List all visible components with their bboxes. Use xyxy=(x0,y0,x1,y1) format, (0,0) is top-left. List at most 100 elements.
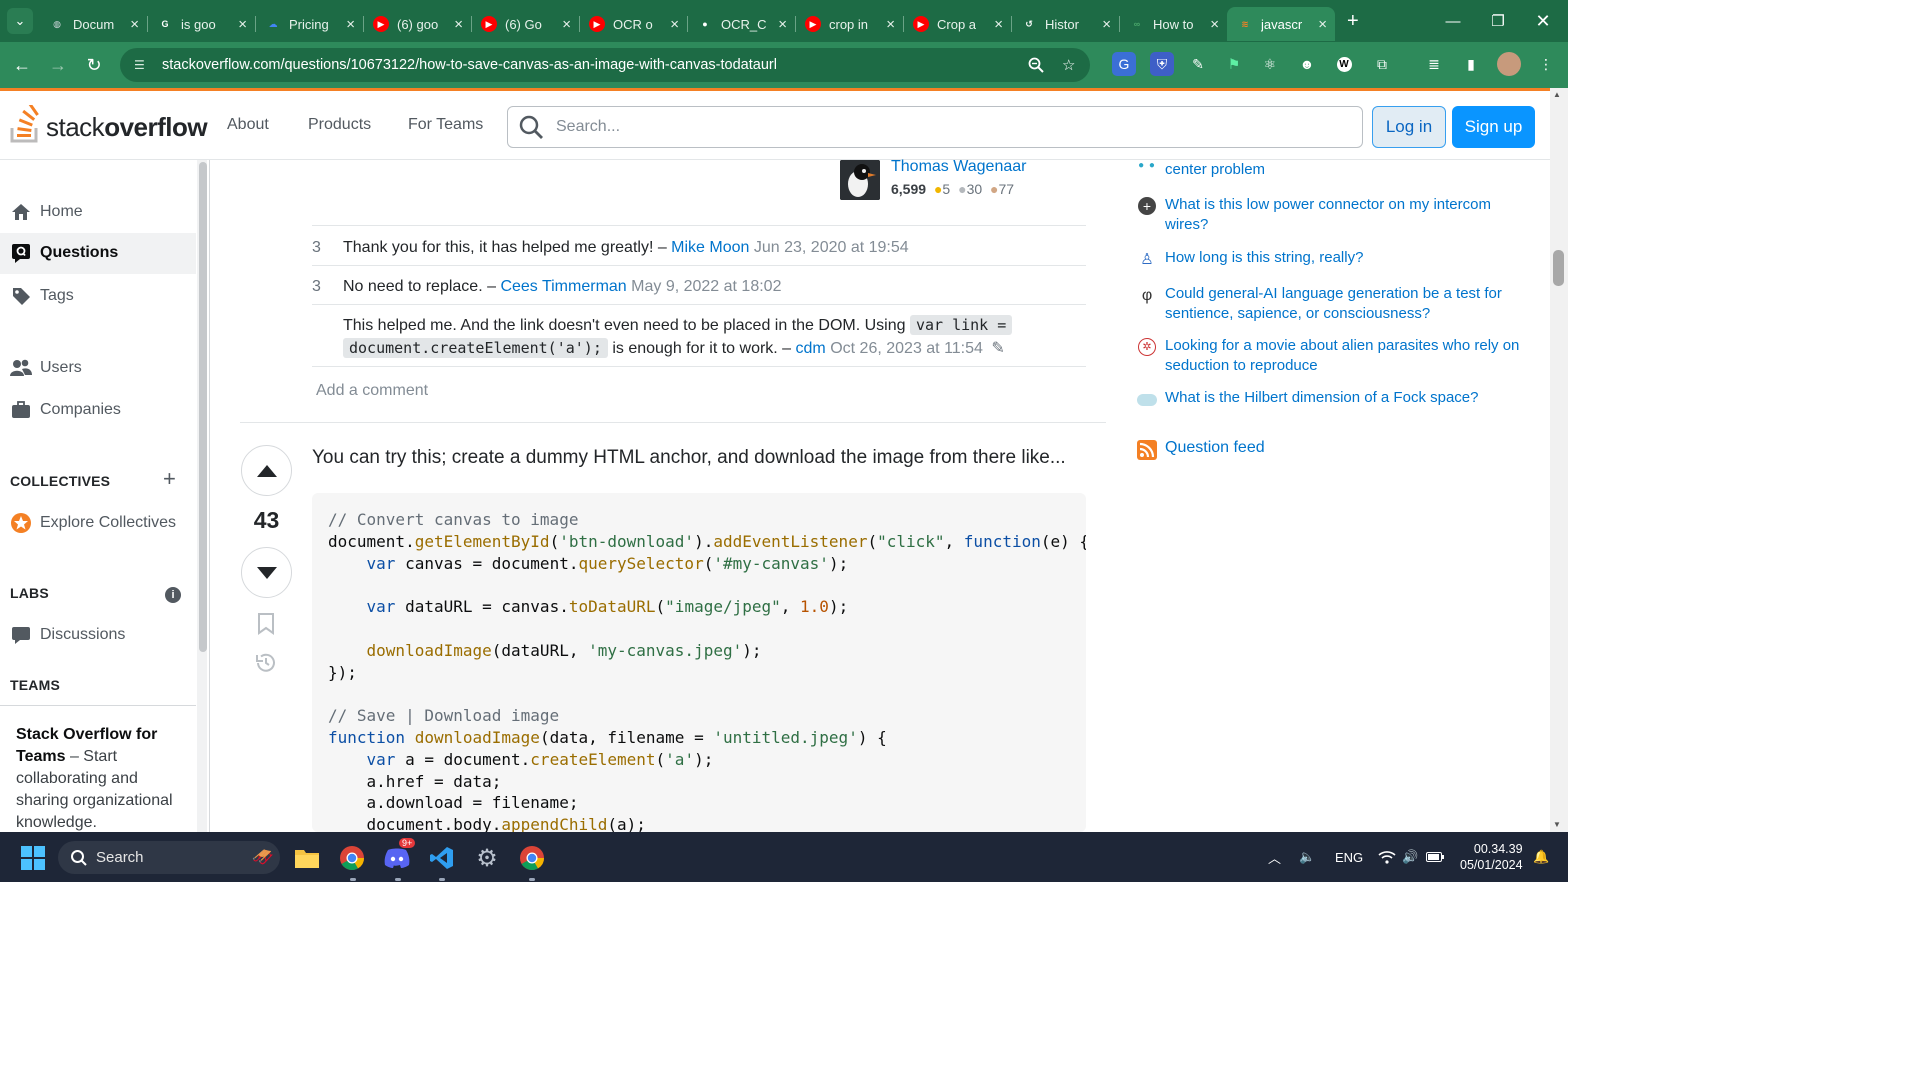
react-extension-icon[interactable]: ⚛ xyxy=(1258,52,1282,76)
sidebar-item-discussions[interactable]: Discussions xyxy=(10,624,125,646)
site-info-icon[interactable]: ☰ xyxy=(134,58,150,72)
hot-question-item[interactable]: ♙ How long is this string, really? xyxy=(1135,248,1525,270)
close-tab-icon[interactable]: × xyxy=(1102,16,1111,33)
profile-avatar[interactable] xyxy=(1497,52,1521,76)
close-tab-icon[interactable]: × xyxy=(238,16,247,33)
new-tab-button[interactable]: + xyxy=(1347,10,1359,33)
close-tab-icon[interactable]: × xyxy=(130,16,139,33)
settings-gear-icon[interactable]: ⚙ xyxy=(470,841,504,875)
file-explorer-icon[interactable] xyxy=(290,841,324,875)
wifi-icon[interactable] xyxy=(1378,832,1396,882)
shield-extension-icon[interactable]: ⛨ xyxy=(1150,52,1174,76)
hot-question-item[interactable]: What is the Hilbert dimension of a Fock … xyxy=(1135,388,1525,408)
nav-products[interactable]: Products xyxy=(308,116,371,134)
info-icon[interactable]: i xyxy=(165,587,181,603)
taskbar-search[interactable]: Search 🛷 xyxy=(58,841,280,874)
browser-tab[interactable]: ☁ Pricing × xyxy=(255,7,363,41)
sidebar-item-explore-collectives[interactable]: Explore Collectives xyxy=(10,512,176,534)
search-input[interactable]: Search... xyxy=(507,106,1363,148)
puzzle-extensions-icon[interactable]: ⧉ xyxy=(1370,52,1394,76)
comment-user-link[interactable]: Mike Moon xyxy=(671,239,749,256)
sidebar-scrollbar-thumb[interactable] xyxy=(199,162,207,652)
comment-user-link[interactable]: Cees Timmerman xyxy=(500,278,626,295)
vscode-icon[interactable] xyxy=(425,841,459,875)
clock[interactable]: 00.34.39 05/01/2024 xyxy=(1460,832,1523,882)
hot-question-link[interactable]: center problem xyxy=(1165,160,1265,180)
robot-extension-icon[interactable]: ☻ xyxy=(1295,52,1319,76)
chrome-icon[interactable] xyxy=(335,841,369,875)
pin-extension-icon[interactable]: ⚑ xyxy=(1222,52,1246,76)
sidebar-item-home[interactable]: Home xyxy=(10,201,83,223)
add-comment-link[interactable]: Add a comment xyxy=(316,382,428,400)
browser-tab[interactable]: ∞ How to × xyxy=(1119,7,1227,41)
forward-button[interactable]: → xyxy=(40,55,76,76)
sidebar-item-tags[interactable]: Tags xyxy=(10,285,74,307)
close-tab-icon[interactable]: × xyxy=(994,16,1003,33)
back-button[interactable]: ← xyxy=(4,55,40,76)
sidebar-item-companies[interactable]: Companies xyxy=(10,399,121,421)
browser-tab[interactable]: Gis goo × xyxy=(147,7,255,41)
address-bar[interactable]: ☰ stackoverflow.com/questions/10673122/h… xyxy=(120,48,1090,82)
login-button[interactable]: Log in xyxy=(1372,106,1446,148)
add-collective-icon[interactable]: + xyxy=(163,466,176,492)
media-control-icon[interactable]: ≣ xyxy=(1422,52,1446,76)
hot-question-link[interactable]: Looking for a movie about alien parasite… xyxy=(1165,336,1525,376)
comment-date[interactable]: May 9, 2022 at 18:02 xyxy=(631,278,781,295)
hot-question-item[interactable]: φ Could general-AI language generation b… xyxy=(1135,284,1525,324)
edited-pencil-icon[interactable]: ✎ xyxy=(991,340,1004,357)
user-name-link[interactable]: Thomas Wagenaar xyxy=(891,158,1026,176)
chrome-profile-icon[interactable] xyxy=(515,841,549,875)
scroll-down-arrow-icon[interactable]: ▼ xyxy=(1553,820,1561,829)
windows-start-button[interactable] xyxy=(16,841,50,875)
comment-date[interactable]: Jun 23, 2020 at 19:54 xyxy=(754,239,909,256)
battery-icon[interactable] xyxy=(1426,832,1444,882)
close-tab-icon[interactable]: × xyxy=(778,16,787,33)
volume-icon[interactable]: 🔊 xyxy=(1402,832,1418,882)
stackoverflow-logo[interactable]: stackoverflow xyxy=(10,105,208,143)
close-tab-icon[interactable]: × xyxy=(346,16,355,33)
side-panel-icon[interactable]: ▮ xyxy=(1459,52,1483,76)
hot-question-item[interactable]: ✲ Looking for a movie about alien parasi… xyxy=(1135,336,1525,376)
downvote-button[interactable] xyxy=(241,547,292,598)
page-scrollbar-thumb[interactable] xyxy=(1553,250,1564,286)
browser-tab[interactable]: ● OCR_C × xyxy=(687,7,795,41)
show-hidden-icons[interactable]: ︿ xyxy=(1268,832,1281,882)
close-tab-icon[interactable]: × xyxy=(886,16,895,33)
hot-question-item[interactable]: + What is this low power connector on my… xyxy=(1135,195,1525,235)
close-tab-icon[interactable]: × xyxy=(1318,16,1327,33)
sidebar-item-questions[interactable]: Questions xyxy=(10,242,118,264)
speaker-icon[interactable]: 🔈 xyxy=(1299,832,1315,882)
scroll-up-arrow-icon[interactable]: ▲ xyxy=(1553,90,1561,99)
zoom-icon[interactable] xyxy=(1028,48,1044,82)
browser-tab[interactable]: ◍ Docum × xyxy=(39,7,147,41)
tab-search-button[interactable]: ⌄ xyxy=(7,8,33,34)
question-feed-link[interactable]: Question feed xyxy=(1135,438,1525,460)
hot-question-link[interactable]: How long is this string, really? xyxy=(1165,248,1363,270)
browser-tab[interactable]: ≋ javascr × xyxy=(1227,7,1335,41)
discord-icon[interactable]: 9+ xyxy=(380,838,416,875)
sidebar-item-users[interactable]: Users xyxy=(10,357,82,379)
reload-button[interactable]: ↻ xyxy=(76,55,112,76)
eyedropper-extension-icon[interactable]: ✎ xyxy=(1186,52,1210,76)
browser-tab[interactable]: ▶ OCR o × xyxy=(579,7,687,41)
page-scrollbar[interactable] xyxy=(1550,88,1568,832)
upvote-button[interactable] xyxy=(241,445,292,496)
browser-tab[interactable]: ▶ crop in × xyxy=(795,7,903,41)
close-tab-icon[interactable]: × xyxy=(562,16,571,33)
nav-about[interactable]: About xyxy=(227,116,269,134)
translate-extension-icon[interactable]: G xyxy=(1112,52,1136,76)
close-window-button[interactable]: ✕ xyxy=(1520,0,1566,42)
user-avatar[interactable] xyxy=(840,160,880,200)
close-tab-icon[interactable]: × xyxy=(670,16,679,33)
bookmark-star-icon[interactable]: ☆ xyxy=(1062,48,1075,82)
close-tab-icon[interactable]: × xyxy=(1210,16,1219,33)
comment-date[interactable]: Oct 26, 2023 at 11:54 xyxy=(830,340,983,357)
browser-tab[interactable]: ▶ (6) goo × xyxy=(363,7,471,41)
activity-history-button[interactable] xyxy=(254,651,278,680)
nav-for-teams[interactable]: For Teams xyxy=(408,116,483,134)
hot-question-link[interactable]: What is the Hilbert dimension of a Fock … xyxy=(1165,388,1478,408)
hot-question-item[interactable]: ● ● center problem xyxy=(1135,154,1525,180)
language-indicator[interactable]: ENG xyxy=(1335,832,1363,882)
hot-question-link[interactable]: Could general-AI language generation be … xyxy=(1165,284,1525,324)
teams-promo[interactable]: Stack Overflow for Teams – Start collabo… xyxy=(0,705,196,835)
